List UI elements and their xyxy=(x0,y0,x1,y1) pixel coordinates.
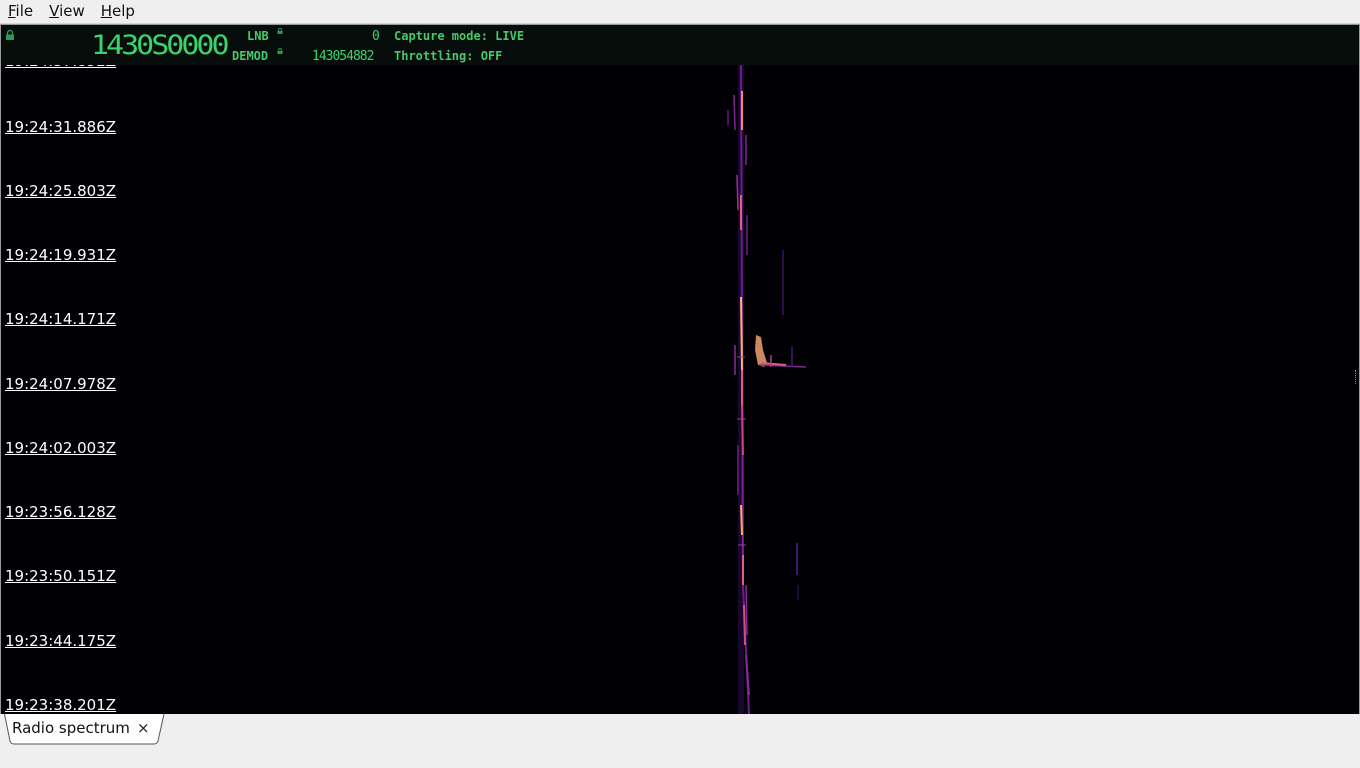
demod-label: DEMOD xyxy=(232,49,269,63)
timestamp-label: 19:24:02.003Z xyxy=(5,439,117,457)
lnb-frequency-value[interactable]: 0 xyxy=(372,30,380,44)
throttling-status: Throttling: OFF xyxy=(394,49,503,63)
timestamp-label: 19:24:19.931Z xyxy=(5,246,117,264)
close-icon[interactable]: × xyxy=(137,719,150,737)
lnb-lock-icon[interactable] xyxy=(277,28,283,34)
lock-icon[interactable] xyxy=(5,30,15,40)
status-bar: 1430S0000 LNB 0 DEMOD 143054882 Capture … xyxy=(1,25,1359,65)
spectrum-view[interactable]: 19:24:37.852Z 19:24:31.886Z 19:24:25.803… xyxy=(0,24,1360,715)
timestamp-label: 19:23:50.151Z xyxy=(5,567,117,585)
center-frequency-display[interactable]: 1430S0000 xyxy=(91,33,230,59)
timestamp-label: 19:24:25.803Z xyxy=(5,182,117,200)
demod-frequency-value[interactable]: 143054882 xyxy=(312,50,374,64)
resize-handle[interactable] xyxy=(1355,370,1358,384)
timestamp-label: 19:24:14.171Z xyxy=(5,310,117,328)
menu-help-mnemonic: H xyxy=(100,2,113,20)
timestamp-label: 19:23:38.201Z xyxy=(5,696,117,714)
tab-bar: Radio spectrum × xyxy=(0,714,1360,768)
menu-view-mnemonic: V xyxy=(49,2,60,20)
menu-help-label: elp xyxy=(112,2,135,20)
menu-view[interactable]: View xyxy=(41,1,93,22)
timestamp-label: 19:23:56.128Z xyxy=(5,503,117,521)
menu-file[interactable]: File xyxy=(0,1,41,22)
lnb-label: LNB xyxy=(247,29,269,43)
tab-label: Radio spectrum xyxy=(12,719,130,737)
menu-file-mnemonic: F xyxy=(8,2,16,20)
menu-help[interactable]: Help xyxy=(93,1,143,22)
timestamp-column: 19:24:37.852Z 19:24:31.886Z 19:24:25.803… xyxy=(1,25,141,714)
timestamp-label: 19:24:07.978Z xyxy=(5,375,117,393)
timestamp-label: 19:24:31.886Z xyxy=(5,118,117,136)
timestamp-label: 19:23:44.175Z xyxy=(5,632,117,650)
menu-file-label: ile xyxy=(15,2,34,20)
menu-bar: File View Help xyxy=(0,0,1360,24)
menu-view-label: iew xyxy=(59,2,85,20)
capture-mode-status: Capture mode: LIVE xyxy=(394,29,525,43)
demod-lock-icon[interactable] xyxy=(277,48,283,54)
waterfall-display[interactable] xyxy=(1,25,1359,714)
